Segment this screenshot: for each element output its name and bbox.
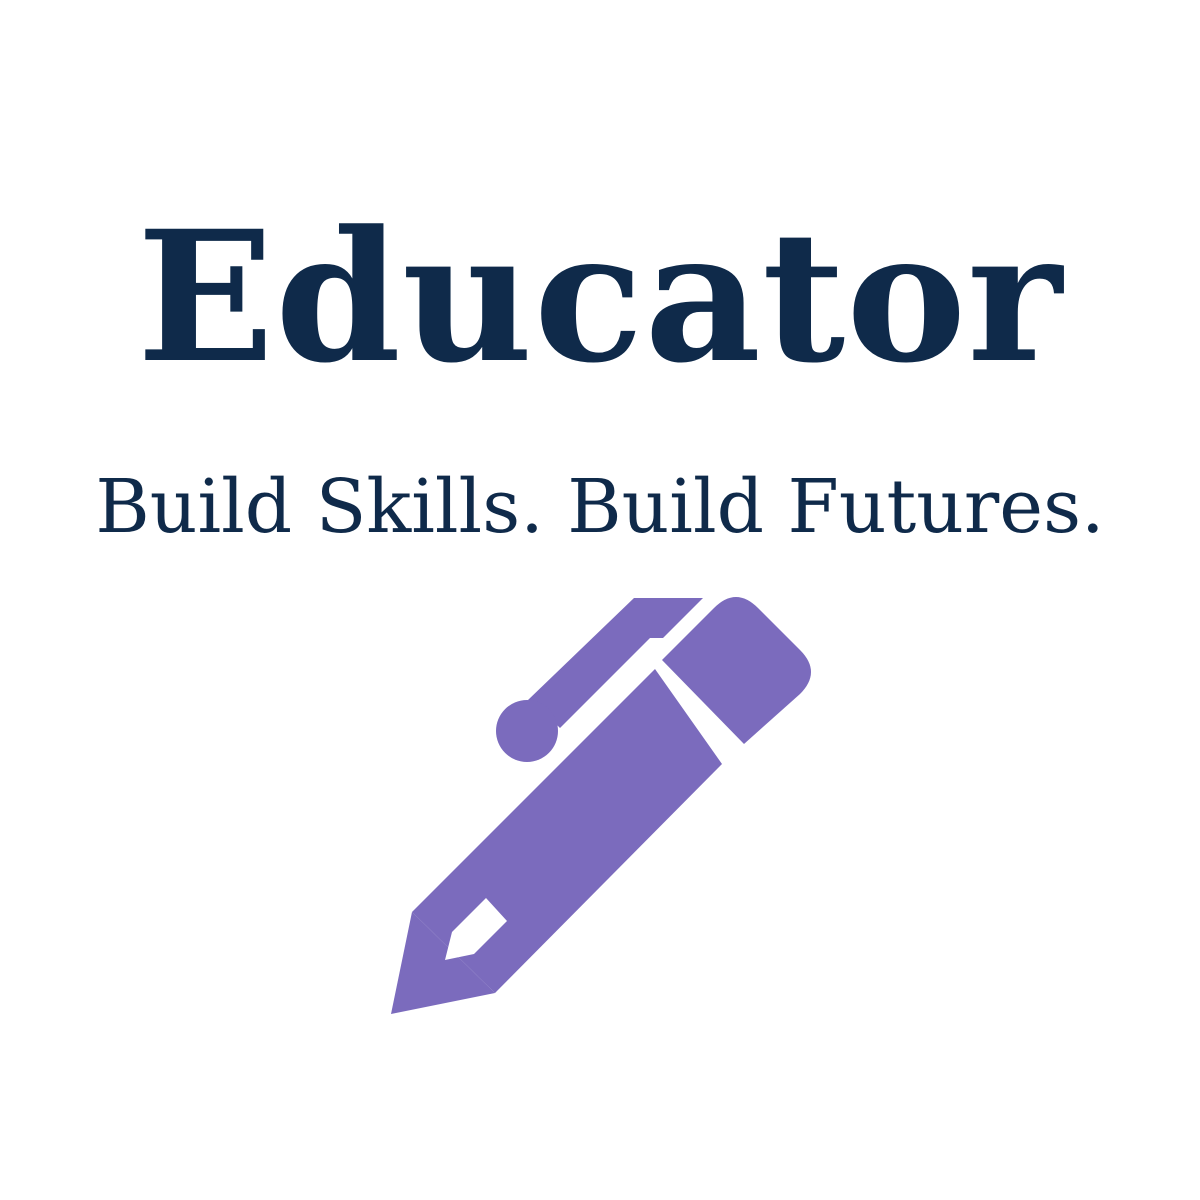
brand-tagline: Build Skills. Build Futures. [95, 464, 1105, 550]
pen-icon [391, 597, 811, 1014]
brand-title: Educator [136, 192, 1064, 403]
clip-knob [496, 700, 558, 762]
logo-canvas: Educator Build Skills. Build Futures. [0, 0, 1200, 1200]
